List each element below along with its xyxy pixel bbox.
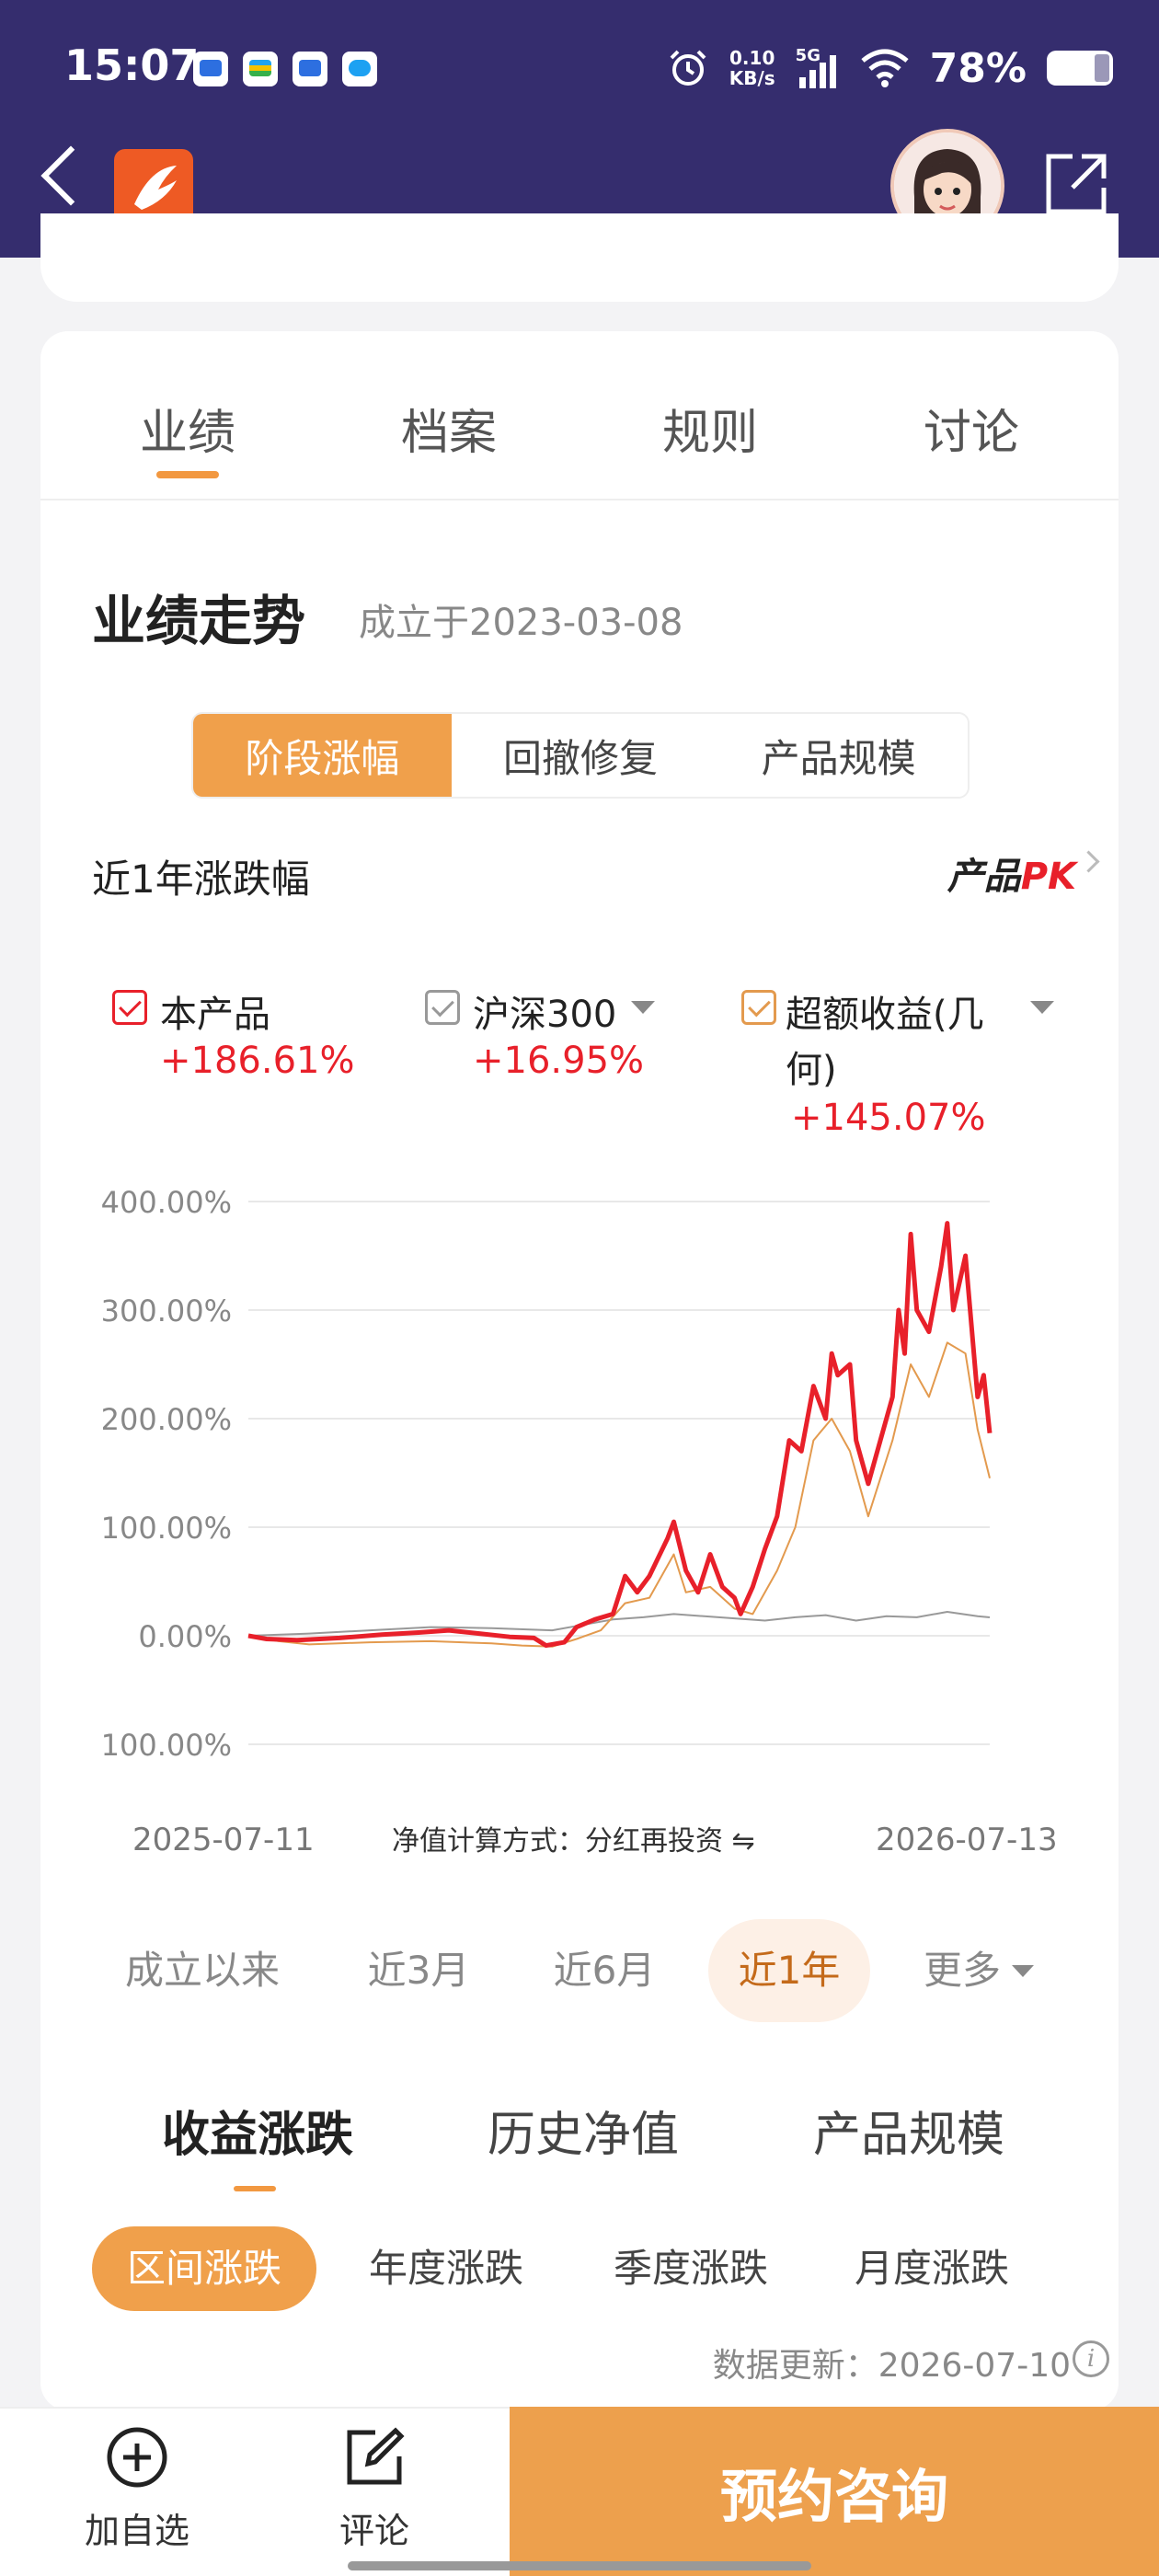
legend-excess-value: +145.07% [791,1097,986,1139]
caret-down-icon[interactable] [1030,1001,1054,1014]
segment-stage-return[interactable]: 阶段涨幅 [193,714,452,797]
legend-product-checkbox[interactable] [112,990,147,1025]
y-tick-label: 100.00% [101,1728,232,1763]
legend-hs300-value: +16.95% [473,1040,645,1082]
segment-drawdown-recovery[interactable]: 回撤修复 [452,714,710,797]
wifi-icon [861,49,909,87]
cloud-app-icon [342,52,377,86]
established-date: 成立于2023-03-08 [359,602,683,644]
alarm-icon [670,50,706,86]
share-button[interactable] [1045,153,1107,215]
info-icon[interactable]: i [1073,2340,1109,2377]
range-6m[interactable]: 近6月 [545,1919,664,2022]
y-tick-label: 0.00% [138,1619,232,1654]
network-type: 5G [795,46,820,65]
section-title: 业绩走势 [92,590,306,652]
edit-icon [347,2427,405,2485]
book-consultation-button[interactable]: 预约咨询 [510,2407,1159,2576]
product-pk-link[interactable]: 产品PK [947,846,1076,900]
legend-product-name: 本产品 [160,994,270,1036]
tab-performance[interactable]: 业绩 [86,394,289,463]
tab-discussion[interactable]: 讨论 [870,394,1073,463]
add-watchlist-label: 加自选 [84,2511,189,2551]
legend-hs300-checkbox[interactable] [425,990,460,1025]
subtab-nav-history[interactable]: 历史净值 [488,2096,679,2165]
range-3m[interactable]: 近3月 [359,1919,478,2022]
caret-down-icon [1012,1965,1034,1977]
x-axis-end-label: 2026-07-13 [876,1822,1058,1858]
add-circle-icon [107,2427,167,2488]
x-axis-start-label: 2025-07-11 [132,1822,315,1858]
signal-icon: 5G [796,46,840,90]
series-line-0 [247,1221,993,1649]
message-app-icon [193,52,228,86]
nav-calc-method[interactable]: 净值计算方式：分红再投资 ⇋ [392,1818,755,1858]
share-icon [1046,154,1107,214]
segment-product-scale[interactable]: 产品规模 [709,714,968,797]
tab-divider [40,499,1119,500]
y-tick-label: 100.00% [101,1511,232,1546]
legend-excess-checkbox[interactable] [741,990,776,1025]
legend-excess-name-line2: 何) [786,1049,837,1091]
subtab-return[interactable]: 收益涨跌 [162,2096,353,2165]
tab-profile[interactable]: 档案 [348,394,550,463]
comment-button[interactable]: 评论 [296,2425,453,2553]
wallet-app-icon [243,52,278,86]
comment-label: 评论 [339,2511,409,2551]
y-tick-label: 200.00% [101,1402,232,1437]
performance-segment-control: 阶段涨幅 回撤修复 产品规模 [191,712,970,799]
y-tick-label: 300.00% [101,1294,232,1328]
pill-yearly[interactable]: 年度涨跌 [359,2226,534,2311]
net-speed-unit: KB/s [729,67,775,89]
net-speed-value: 0.10 [729,47,775,69]
battery-icon [1047,51,1113,86]
pill-monthly[interactable]: 月度涨跌 [844,2226,1019,2311]
add-watchlist-button[interactable]: 加自选 [59,2425,215,2553]
pill-interval[interactable]: 区间涨跌 [92,2226,316,2311]
legend-hs300-name: 沪深300 [473,994,617,1036]
period-label: 近1年涨跌幅 [92,857,310,902]
range-since-inception[interactable]: 成立以来 [120,1919,285,2022]
caret-down-icon[interactable] [631,1001,655,1014]
series-line-1 [247,1611,991,1637]
subtab-active-indicator [234,2186,276,2191]
legend-excess-name-line1: 超额收益(几 [786,994,984,1036]
pk-accent: PK [1020,856,1076,898]
tab-rules[interactable]: 规则 [609,394,811,463]
finance-app-icon [293,52,327,86]
range-more[interactable]: 更多 [916,1919,1008,2022]
net-speed: 0.10 KB/s [729,48,775,88]
subtab-scale[interactable]: 产品规模 [813,2096,1004,2165]
battery-percent: 78% [929,44,1027,92]
data-update-time: 数据更新：2026-07-10 [712,2347,1071,2385]
tab-active-indicator [156,471,219,478]
status-time: 15:07 [64,40,200,90]
status-indicators: 0.10 KB/s 5G 78% [667,40,1113,96]
home-indicator [348,2561,811,2570]
legend-product-value: +186.61% [160,1040,355,1082]
y-tick-label: 400.00% [101,1185,232,1220]
pill-quarterly[interactable]: 季度涨跌 [603,2226,778,2311]
previous-card [40,213,1119,302]
pk-prefix: 产品 [947,856,1021,898]
performance-chart: 400.00% 300.00% 200.00% 100.00% 0.00% 100.00% [101,1185,993,1763]
range-1y[interactable]: 近1年 [708,1919,870,2022]
